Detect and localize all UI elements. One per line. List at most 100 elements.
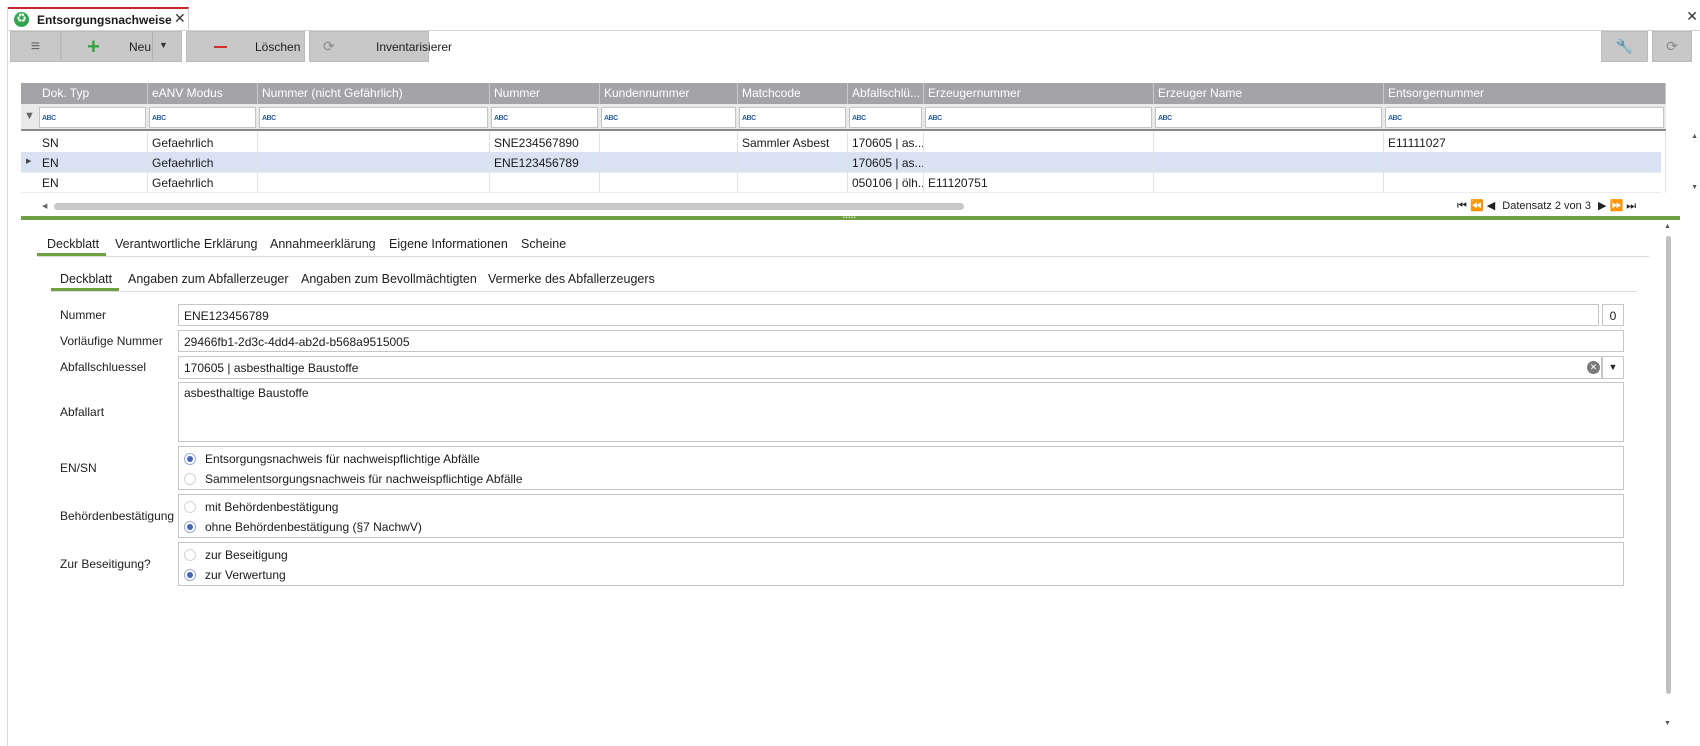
clear-icon[interactable]: ✕ bbox=[1587, 361, 1600, 374]
tab-eigene-informationen[interactable]: Eigene Informationen bbox=[389, 237, 508, 251]
column-header-eanv-modus[interactable]: eANV Modus bbox=[148, 83, 258, 104]
tab-scheine[interactable]: Scheine bbox=[521, 237, 566, 251]
detail-scroll-up-icon[interactable]: ▲ bbox=[1664, 223, 1671, 230]
table-cell[interactable]: 170605 | as... bbox=[848, 132, 924, 153]
table-cell[interactable]: SNE234567890 bbox=[490, 132, 600, 153]
menu-button[interactable]: ≡ bbox=[10, 31, 61, 62]
behoerde-option-ohne[interactable]: ohne Behördenbestätigung (§7 NachwV) bbox=[184, 518, 422, 536]
delete-button[interactable]: Löschen bbox=[186, 31, 305, 62]
table-cell[interactable] bbox=[1384, 172, 1666, 193]
filter-input-nummer-nicht-gef-hrlich[interactable]: ABC bbox=[259, 107, 488, 128]
table-cell[interactable]: Gefaehrlich bbox=[148, 132, 258, 153]
filter-icon[interactable]: ▼ bbox=[24, 110, 35, 122]
behoerde-option-mit[interactable]: mit Behördenbestätigung bbox=[184, 498, 338, 516]
grid-scroll-left-icon[interactable]: ◀ bbox=[42, 202, 47, 210]
filter-input-matchcode[interactable]: ABC bbox=[739, 107, 846, 128]
filter-input-dok-typ[interactable]: ABC bbox=[39, 107, 146, 128]
table-row[interactable]: ▶ EN Gefaehrlich ENE123456789 170605 | as... bbox=[21, 152, 1666, 173]
document-tab[interactable]: Entsorgungsnachweise ✕ bbox=[8, 7, 189, 30]
table-cell[interactable] bbox=[924, 152, 1154, 173]
table-cell[interactable] bbox=[1154, 152, 1384, 173]
filter-input-erzeuger-name[interactable]: ABC bbox=[1155, 107, 1382, 128]
column-header-dok-typ[interactable]: Dok. Typ bbox=[38, 83, 148, 104]
refresh-button[interactable]: ⟳ bbox=[1652, 31, 1692, 62]
column-header-nummer[interactable]: Nummer bbox=[490, 83, 600, 104]
table-cell[interactable] bbox=[1154, 172, 1384, 193]
detail-scroll-down-icon[interactable]: ▼ bbox=[1664, 720, 1671, 727]
table-cell[interactable] bbox=[258, 152, 490, 173]
filter-input-abfallschl[interactable]: ABC bbox=[849, 107, 922, 128]
radio-unselected[interactable] bbox=[184, 501, 196, 513]
splitter-grip-icon[interactable]: ••••• bbox=[843, 216, 859, 221]
filter-input-nummer[interactable]: ABC bbox=[491, 107, 598, 128]
ensn-option-sn[interactable]: Sammelentsorgungsnachweis für nachweispf… bbox=[184, 470, 523, 488]
radio-selected[interactable] bbox=[184, 521, 196, 533]
filter-input-eanv-modus[interactable]: ABC bbox=[149, 107, 256, 128]
radio-unselected[interactable] bbox=[184, 473, 196, 485]
table-cell[interactable]: Gefaehrlich bbox=[148, 172, 258, 193]
subtab-bevollmaechtigten[interactable]: Angaben zum Bevollmächtigten bbox=[301, 272, 477, 286]
tab-annahmeerklaerung[interactable]: Annahmeerklärung bbox=[270, 237, 376, 251]
table-cell[interactable] bbox=[924, 132, 1154, 153]
beseitigung-option-verwertung[interactable]: zur Verwertung bbox=[184, 566, 286, 584]
table-cell[interactable]: SN bbox=[38, 132, 148, 153]
subtab-abfallerzeuger[interactable]: Angaben zum Abfallerzeuger bbox=[128, 272, 289, 286]
radio-unselected[interactable] bbox=[184, 549, 196, 561]
nummer-field[interactable]: ENE123456789 bbox=[178, 304, 1599, 326]
tab-deckblatt[interactable]: Deckblatt bbox=[47, 237, 99, 251]
filter-input-entsorgernummer[interactable]: ABC bbox=[1385, 107, 1664, 128]
abfallart-textarea[interactable]: asbesthaltige Baustoffe bbox=[178, 382, 1624, 442]
radio-selected[interactable] bbox=[184, 569, 196, 581]
nav-next-icon[interactable]: ▶ bbox=[1598, 200, 1606, 212]
table-cell[interactable]: ENE123456789 bbox=[490, 152, 600, 173]
table-cell[interactable] bbox=[738, 172, 848, 193]
tab-verantwortliche-erklaerung[interactable]: Verantwortliche Erklärung bbox=[115, 237, 257, 251]
table-cell[interactable]: EN bbox=[38, 172, 148, 193]
table-cell[interactable]: Sammler Asbest bbox=[738, 132, 848, 153]
subtab-deckblatt[interactable]: Deckblatt bbox=[60, 272, 112, 286]
table-cell[interactable] bbox=[738, 152, 848, 173]
chevron-down-icon[interactable]: ▼ bbox=[159, 40, 168, 50]
column-header-abfallschl[interactable]: Abfallschlü... bbox=[848, 83, 924, 104]
nav-first-icon[interactable]: ⏮ bbox=[1457, 200, 1467, 212]
nav-prev-page-icon[interactable]: ⏪ bbox=[1470, 200, 1484, 212]
close-icon[interactable]: ✕ bbox=[174, 10, 186, 27]
radio-selected[interactable] bbox=[184, 453, 196, 465]
table-cell[interactable]: 170605 | as... bbox=[848, 152, 924, 173]
table-cell[interactable]: Gefaehrlich bbox=[148, 152, 258, 173]
filter-input-kundennummer[interactable]: ABC bbox=[601, 107, 736, 128]
filter-input-erzeugernummer[interactable]: ABC bbox=[925, 107, 1152, 128]
table-cell[interactable] bbox=[600, 172, 738, 193]
table-cell[interactable]: E11120751 bbox=[924, 172, 1154, 193]
table-cell[interactable] bbox=[258, 132, 490, 153]
column-header-matchcode[interactable]: Matchcode bbox=[738, 83, 848, 104]
grid-scroll-up-icon[interactable]: ▲ bbox=[1691, 133, 1698, 140]
beseitigung-option-beseitigung[interactable]: zur Beseitigung bbox=[184, 546, 288, 564]
table-cell[interactable] bbox=[1384, 152, 1666, 173]
settings-button[interactable]: 🔧 bbox=[1601, 31, 1648, 62]
new-button[interactable]: + Neu ▼ bbox=[61, 31, 182, 62]
abfallschluessel-dropdown-button[interactable]: ▼ bbox=[1602, 356, 1624, 379]
detail-vertical-scrollbar[interactable] bbox=[1666, 236, 1671, 694]
table-cell[interactable] bbox=[490, 172, 600, 193]
window-close-icon[interactable]: ✕ bbox=[1686, 8, 1698, 25]
column-header-nummer-nicht-gef-hrlich[interactable]: Nummer (nicht Gefährlich) bbox=[258, 83, 490, 104]
vorlaeufige-nummer-field[interactable]: 29466fb1-2d3c-4dd4-ab2d-b568a9515005 bbox=[178, 330, 1624, 352]
table-cell[interactable]: 050106 | ölh... bbox=[848, 172, 924, 193]
table-cell[interactable] bbox=[258, 172, 490, 193]
grid-horizontal-scrollbar[interactable] bbox=[54, 203, 964, 210]
table-cell[interactable] bbox=[1154, 132, 1384, 153]
abfallschluessel-combobox[interactable]: 170605 | asbesthaltige Baustoffe bbox=[178, 356, 1602, 379]
table-cell[interactable] bbox=[600, 132, 738, 153]
nav-next-page-icon[interactable]: ⏩ bbox=[1610, 200, 1624, 212]
inventory-button[interactable]: ⟳ Inventarisierer bbox=[309, 31, 452, 62]
table-row[interactable]: EN Gefaehrlich 050106 | ölh... E11120751 bbox=[21, 172, 1666, 193]
nummer-counter-field[interactable]: 0 bbox=[1602, 304, 1624, 326]
nav-last-icon[interactable]: ⏭ bbox=[1626, 200, 1636, 212]
table-cell[interactable]: E11111027 bbox=[1384, 132, 1666, 153]
column-header-erzeugernummer[interactable]: Erzeugernummer bbox=[924, 83, 1154, 104]
table-cell[interactable]: EN bbox=[38, 152, 148, 173]
subtab-vermerke[interactable]: Vermerke des Abfallerzeugers bbox=[488, 272, 655, 286]
table-row[interactable]: SN Gefaehrlich SNE234567890 Sammler Asbest 1… bbox=[21, 132, 1666, 153]
column-header-kundennummer[interactable]: Kundennummer bbox=[600, 83, 738, 104]
